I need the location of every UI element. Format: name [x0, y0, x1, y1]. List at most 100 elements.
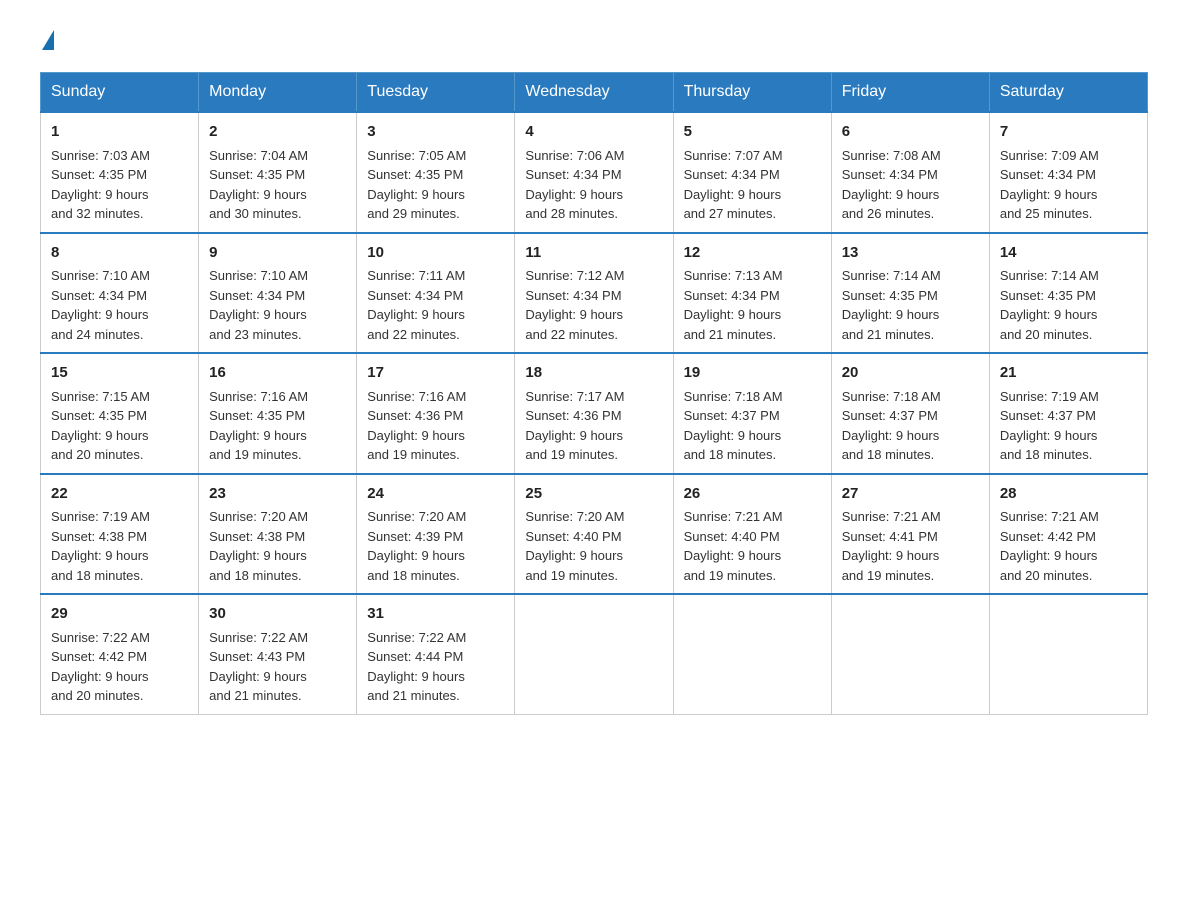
table-row	[989, 594, 1147, 714]
table-row: 28 Sunrise: 7:21 AMSunset: 4:42 PMDayligh…	[989, 474, 1147, 595]
day-number: 30	[209, 603, 346, 626]
calendar-table: SundayMondayTuesdayWednesdayThursdayFrid…	[40, 72, 1148, 715]
day-info: Sunrise: 7:20 AMSunset: 4:38 PMDaylight:…	[209, 509, 308, 583]
table-row: 25Sunrise: 7:20 AMSunset: 4:40 PMDayligh…	[515, 474, 673, 595]
day-of-week-monday: Monday	[199, 73, 357, 113]
day-info: Sunrise: 7:19 AMSunset: 4:37 PMDaylight:…	[1000, 389, 1099, 463]
table-row: 26Sunrise: 7:21 AMSunset: 4:40 PMDayligh…	[673, 474, 831, 595]
calendar-header-row: SundayMondayTuesdayWednesdayThursdayFrid…	[41, 73, 1148, 113]
day-number: 21	[1000, 362, 1137, 385]
table-row: 6 Sunrise: 7:08 AMSunset: 4:34 PMDaylight…	[831, 112, 989, 233]
day-info: Sunrise: 7:17 AMSunset: 4:36 PMDaylight:…	[525, 389, 624, 463]
day-number: 12	[684, 242, 821, 265]
day-number: 14	[1000, 242, 1137, 265]
day-info: Sunrise: 7:14 AMSunset: 4:35 PMDaylight:…	[842, 268, 941, 342]
table-row: 13 Sunrise: 7:14 AMSunset: 4:35 PMDayligh…	[831, 233, 989, 354]
table-row: 27 Sunrise: 7:21 AMSunset: 4:41 PMDayligh…	[831, 474, 989, 595]
day-info: Sunrise: 7:03 AMSunset: 4:35 PMDaylight:…	[51, 148, 150, 222]
day-number: 5	[684, 121, 821, 144]
day-number: 20	[842, 362, 979, 385]
day-info: Sunrise: 7:10 AMSunset: 4:34 PMDaylight:…	[51, 268, 150, 342]
day-info: Sunrise: 7:20 AMSunset: 4:39 PMDaylight:…	[367, 509, 466, 583]
table-row: 16 Sunrise: 7:16 AMSunset: 4:35 PMDayligh…	[199, 353, 357, 474]
table-row: 5 Sunrise: 7:07 AMSunset: 4:34 PMDaylight…	[673, 112, 831, 233]
day-info: Sunrise: 7:22 AMSunset: 4:42 PMDaylight:…	[51, 630, 150, 704]
table-row: 31 Sunrise: 7:22 AMSunset: 4:44 PMDayligh…	[357, 594, 515, 714]
day-info: Sunrise: 7:11 AMSunset: 4:34 PMDaylight:…	[367, 268, 465, 342]
day-number: 8	[51, 242, 188, 265]
day-number: 7	[1000, 121, 1137, 144]
table-row: 10 Sunrise: 7:11 AMSunset: 4:34 PMDayligh…	[357, 233, 515, 354]
day-number: 4	[525, 121, 662, 144]
calendar-week-1: 1 Sunrise: 7:03 AMSunset: 4:35 PMDaylight…	[41, 112, 1148, 233]
day-number: 31	[367, 603, 504, 626]
day-of-week-tuesday: Tuesday	[357, 73, 515, 113]
day-of-week-wednesday: Wednesday	[515, 73, 673, 113]
table-row: 9Sunrise: 7:10 AMSunset: 4:34 PMDaylight…	[199, 233, 357, 354]
day-info: Sunrise: 7:22 AMSunset: 4:43 PMDaylight:…	[209, 630, 308, 704]
day-info: Sunrise: 7:18 AMSunset: 4:37 PMDaylight:…	[842, 389, 941, 463]
table-row: 15 Sunrise: 7:15 AMSunset: 4:35 PMDayligh…	[41, 353, 199, 474]
day-info: Sunrise: 7:13 AMSunset: 4:34 PMDaylight:…	[684, 268, 783, 342]
day-number: 11	[525, 242, 662, 265]
calendar-week-5: 29 Sunrise: 7:22 AMSunset: 4:42 PMDayligh…	[41, 594, 1148, 714]
table-row	[831, 594, 989, 714]
table-row: 11Sunrise: 7:12 AMSunset: 4:34 PMDayligh…	[515, 233, 673, 354]
day-info: Sunrise: 7:14 AMSunset: 4:35 PMDaylight:…	[1000, 268, 1099, 342]
table-row: 23 Sunrise: 7:20 AMSunset: 4:38 PMDayligh…	[199, 474, 357, 595]
table-row: 2 Sunrise: 7:04 AMSunset: 4:35 PMDaylight…	[199, 112, 357, 233]
day-number: 1	[51, 121, 188, 144]
day-number: 19	[684, 362, 821, 385]
day-number: 24	[367, 483, 504, 506]
table-row: 4 Sunrise: 7:06 AMSunset: 4:34 PMDaylight…	[515, 112, 673, 233]
table-row: 8 Sunrise: 7:10 AMSunset: 4:34 PMDaylight…	[41, 233, 199, 354]
day-of-week-sunday: Sunday	[41, 73, 199, 113]
table-row: 21 Sunrise: 7:19 AMSunset: 4:37 PMDayligh…	[989, 353, 1147, 474]
day-info: Sunrise: 7:21 AMSunset: 4:42 PMDaylight:…	[1000, 509, 1099, 583]
day-number: 6	[842, 121, 979, 144]
logo-triangle-icon	[42, 30, 54, 50]
calendar-week-4: 22 Sunrise: 7:19 AMSunset: 4:38 PMDayligh…	[41, 474, 1148, 595]
day-info: Sunrise: 7:21 AMSunset: 4:41 PMDaylight:…	[842, 509, 941, 583]
page-header	[40, 30, 1148, 52]
day-info: Sunrise: 7:15 AMSunset: 4:35 PMDaylight:…	[51, 389, 150, 463]
day-number: 17	[367, 362, 504, 385]
day-info: Sunrise: 7:22 AMSunset: 4:44 PMDaylight:…	[367, 630, 466, 704]
day-number: 18	[525, 362, 662, 385]
day-info: Sunrise: 7:16 AMSunset: 4:35 PMDaylight:…	[209, 389, 308, 463]
day-number: 27	[842, 483, 979, 506]
day-number: 16	[209, 362, 346, 385]
day-info: Sunrise: 7:04 AMSunset: 4:35 PMDaylight:…	[209, 148, 308, 222]
day-of-week-saturday: Saturday	[989, 73, 1147, 113]
day-number: 26	[684, 483, 821, 506]
logo	[40, 30, 54, 52]
day-of-week-thursday: Thursday	[673, 73, 831, 113]
table-row: 30 Sunrise: 7:22 AMSunset: 4:43 PMDayligh…	[199, 594, 357, 714]
table-row: 18 Sunrise: 7:17 AMSunset: 4:36 PMDayligh…	[515, 353, 673, 474]
table-row: 3 Sunrise: 7:05 AMSunset: 4:35 PMDaylight…	[357, 112, 515, 233]
day-info: Sunrise: 7:06 AMSunset: 4:34 PMDaylight:…	[525, 148, 624, 222]
day-number: 2	[209, 121, 346, 144]
day-number: 3	[367, 121, 504, 144]
day-number: 29	[51, 603, 188, 626]
day-info: Sunrise: 7:19 AMSunset: 4:38 PMDaylight:…	[51, 509, 150, 583]
day-number: 15	[51, 362, 188, 385]
day-info: Sunrise: 7:08 AMSunset: 4:34 PMDaylight:…	[842, 148, 941, 222]
day-info: Sunrise: 7:18 AMSunset: 4:37 PMDaylight:…	[684, 389, 783, 463]
table-row: 12 Sunrise: 7:13 AMSunset: 4:34 PMDayligh…	[673, 233, 831, 354]
day-of-week-friday: Friday	[831, 73, 989, 113]
day-info: Sunrise: 7:10 AMSunset: 4:34 PMDaylight:…	[209, 268, 308, 342]
day-info: Sunrise: 7:16 AMSunset: 4:36 PMDaylight:…	[367, 389, 466, 463]
day-info: Sunrise: 7:07 AMSunset: 4:34 PMDaylight:…	[684, 148, 783, 222]
day-number: 13	[842, 242, 979, 265]
table-row	[515, 594, 673, 714]
day-number: 10	[367, 242, 504, 265]
day-number: 25	[525, 483, 662, 506]
day-number: 28	[1000, 483, 1137, 506]
day-number: 23	[209, 483, 346, 506]
day-info: Sunrise: 7:05 AMSunset: 4:35 PMDaylight:…	[367, 148, 466, 222]
table-row: 1 Sunrise: 7:03 AMSunset: 4:35 PMDaylight…	[41, 112, 199, 233]
table-row: 29 Sunrise: 7:22 AMSunset: 4:42 PMDayligh…	[41, 594, 199, 714]
day-number: 22	[51, 483, 188, 506]
table-row: 14 Sunrise: 7:14 AMSunset: 4:35 PMDayligh…	[989, 233, 1147, 354]
